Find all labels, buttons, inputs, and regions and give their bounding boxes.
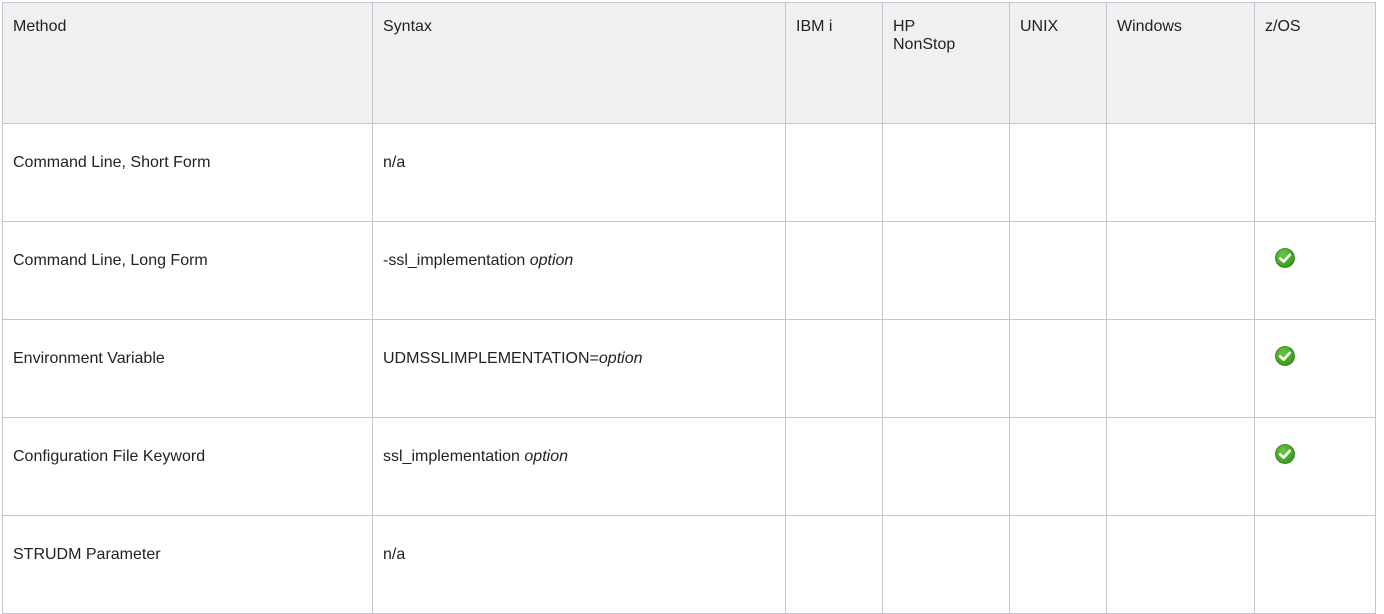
table-row: Environment Variable UDMSSLIMPLEMENTATION… bbox=[2, 319, 1376, 418]
method-support-table-wrapper: Method Syntax IBM i HP NonStop UNIX Wind… bbox=[2, 2, 1376, 614]
check-circle-icon bbox=[1275, 444, 1295, 464]
cell-method: Command Line, Short Form bbox=[2, 123, 373, 222]
method-support-table: Method Syntax IBM i HP NonStop UNIX Wind… bbox=[2, 2, 1376, 614]
cell-unix bbox=[1009, 319, 1107, 418]
cell-unix bbox=[1009, 123, 1107, 222]
syntax-plain: n/a bbox=[383, 545, 406, 563]
method-label: Configuration File Keyword bbox=[13, 447, 206, 465]
syntax-text: ssl_implementation option bbox=[383, 448, 785, 466]
cell-ibm-i bbox=[785, 417, 883, 516]
syntax-option: option bbox=[524, 447, 568, 465]
cell-ibm-i bbox=[785, 221, 883, 320]
cell-syntax: ssl_implementation option bbox=[372, 417, 786, 516]
syntax-plain: ssl_implementation bbox=[383, 447, 525, 465]
cell-windows bbox=[1106, 417, 1255, 516]
check-circle-icon bbox=[1275, 346, 1295, 366]
cell-hp-nonstop bbox=[882, 221, 1010, 320]
cell-method: Command Line, Long Form bbox=[2, 221, 373, 320]
cell-method: STRUDM Parameter bbox=[2, 515, 373, 614]
cell-windows bbox=[1106, 515, 1255, 614]
method-label: Environment Variable bbox=[13, 349, 165, 367]
syntax-text: n/a bbox=[383, 546, 785, 564]
method-label: Command Line, Long Form bbox=[13, 251, 208, 269]
cell-method: Environment Variable bbox=[2, 319, 373, 418]
table-row: Command Line, Long Form -ssl_implementati… bbox=[2, 221, 1376, 320]
syntax-text: UDMSSLIMPLEMENTATION=option bbox=[383, 350, 785, 368]
syntax-option: option bbox=[529, 251, 574, 269]
syntax-plain: UDMSSLIMPLEMENTATION= bbox=[383, 349, 599, 367]
table-row: Configuration File Keyword ssl_implementa… bbox=[2, 417, 1376, 516]
header-zos: z/OS bbox=[1254, 2, 1376, 124]
cell-unix bbox=[1009, 515, 1107, 614]
cell-syntax: n/a bbox=[372, 515, 786, 614]
header-hp-nonstop: HP NonStop bbox=[882, 2, 1010, 124]
cell-hp-nonstop bbox=[882, 319, 1010, 418]
header-unix: UNIX bbox=[1009, 2, 1107, 124]
cell-unix bbox=[1009, 221, 1107, 320]
syntax-text: n/a bbox=[383, 154, 785, 172]
cell-syntax: n/a bbox=[372, 123, 786, 222]
syntax-plain: -ssl_implementation bbox=[383, 251, 530, 269]
cell-unix bbox=[1009, 417, 1107, 516]
cell-windows bbox=[1106, 221, 1255, 320]
header-method: Method bbox=[2, 2, 373, 124]
header-row: Method Syntax IBM i HP NonStop UNIX Wind… bbox=[2, 2, 1376, 124]
check-circle-icon bbox=[1275, 248, 1295, 268]
cell-hp-nonstop bbox=[882, 123, 1010, 222]
method-label: STRUDM Parameter bbox=[13, 545, 161, 563]
cell-zos bbox=[1254, 123, 1376, 222]
cell-syntax: -ssl_implementation option bbox=[372, 221, 786, 320]
syntax-plain: n/a bbox=[383, 153, 406, 171]
cell-zos bbox=[1254, 417, 1376, 516]
header-ibm-i: IBM i bbox=[785, 2, 883, 124]
header-windows: Windows bbox=[1106, 2, 1255, 124]
cell-hp-nonstop bbox=[882, 515, 1010, 614]
syntax-option: option bbox=[598, 349, 643, 367]
cell-syntax: UDMSSLIMPLEMENTATION=option bbox=[372, 319, 786, 418]
cell-zos bbox=[1254, 319, 1376, 418]
cell-ibm-i bbox=[785, 123, 883, 222]
cell-windows bbox=[1106, 319, 1255, 418]
cell-method: Configuration File Keyword bbox=[2, 417, 373, 516]
table-header: Method Syntax IBM i HP NonStop UNIX Wind… bbox=[2, 2, 1376, 124]
cell-hp-nonstop bbox=[882, 417, 1010, 516]
cell-ibm-i bbox=[785, 515, 883, 614]
header-syntax: Syntax bbox=[372, 2, 786, 124]
cell-ibm-i bbox=[785, 319, 883, 418]
table-row: Command Line, Short Form n/a bbox=[2, 123, 1376, 222]
cell-zos bbox=[1254, 515, 1376, 614]
syntax-text: -ssl_implementation option bbox=[383, 252, 785, 270]
cell-windows bbox=[1106, 123, 1255, 222]
cell-zos bbox=[1254, 221, 1376, 320]
method-label: Command Line, Short Form bbox=[13, 153, 211, 171]
table-body: Command Line, Short Form n/a Command Line,… bbox=[2, 123, 1376, 614]
table-row: STRUDM Parameter n/a bbox=[2, 515, 1376, 614]
